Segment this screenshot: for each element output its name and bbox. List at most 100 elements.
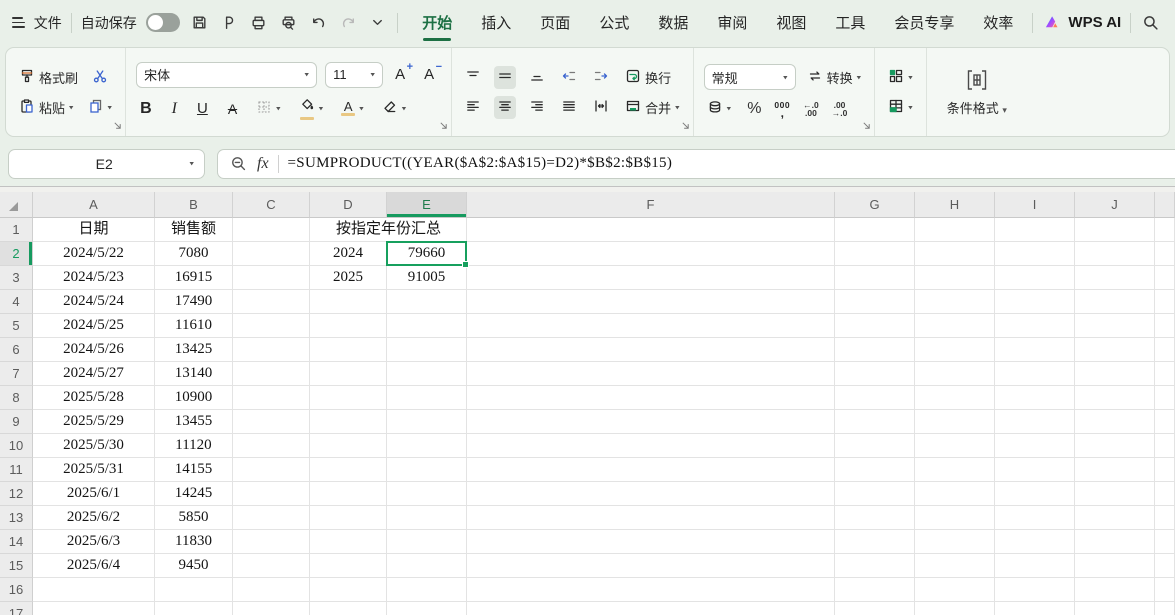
- cell-H9[interactable]: [915, 410, 995, 434]
- cell-F1[interactable]: [467, 218, 835, 242]
- cell-F9[interactable]: [467, 410, 835, 434]
- fill-color-button[interactable]: ▾: [296, 95, 327, 123]
- align-middle-button[interactable]: [494, 66, 516, 89]
- col-header-F[interactable]: F: [467, 192, 835, 218]
- align-top-button[interactable]: [462, 66, 484, 89]
- row-header-3[interactable]: 3: [0, 266, 33, 290]
- row-header-9[interactable]: 9: [0, 410, 33, 434]
- cell-C5[interactable]: [233, 314, 310, 338]
- tab-9[interactable]: 效率: [982, 8, 1014, 37]
- cell-H14[interactable]: [915, 530, 995, 554]
- col-header-B[interactable]: B: [155, 192, 233, 218]
- tab-6[interactable]: 视图: [775, 8, 807, 37]
- cell-B16[interactable]: [155, 578, 233, 602]
- cell-B7[interactable]: 13140: [155, 362, 233, 386]
- row-header-4[interactable]: 4: [0, 290, 33, 314]
- cell-A2[interactable]: 2024/5/22: [33, 242, 155, 266]
- cell-H11[interactable]: [915, 458, 995, 482]
- cell-E12[interactable]: [387, 482, 467, 506]
- cell-C11[interactable]: [233, 458, 310, 482]
- cell-C15[interactable]: [233, 554, 310, 578]
- cell-A12[interactable]: 2025/6/1: [33, 482, 155, 506]
- clear-format-button[interactable]: ▾: [379, 97, 410, 120]
- export-pdf-icon[interactable]: [219, 10, 240, 36]
- cell-H2[interactable]: [915, 242, 995, 266]
- wps-ai-button[interactable]: WPS AI: [1042, 10, 1121, 36]
- cell-H3[interactable]: [915, 266, 995, 290]
- cell-J17[interactable]: [1075, 602, 1155, 615]
- cell-D16[interactable]: [310, 578, 387, 602]
- cell-A11[interactable]: 2025/5/31: [33, 458, 155, 482]
- cell-G6[interactable]: [835, 338, 915, 362]
- cell-I8[interactable]: [995, 386, 1075, 410]
- align-right-button[interactable]: [526, 96, 548, 119]
- row-header-6[interactable]: 6: [0, 338, 33, 362]
- cell-F13[interactable]: [467, 506, 835, 530]
- cell-E5[interactable]: [387, 314, 467, 338]
- cell-E15[interactable]: [387, 554, 467, 578]
- cell-B2[interactable]: 7080: [155, 242, 233, 266]
- cut-button[interactable]: [89, 66, 111, 89]
- row-header-5[interactable]: 5: [0, 314, 33, 338]
- cell-H15[interactable]: [915, 554, 995, 578]
- cell-I16[interactable]: [995, 578, 1075, 602]
- print-preview-icon[interactable]: [278, 10, 299, 36]
- cell-F5[interactable]: [467, 314, 835, 338]
- cell-D14[interactable]: [310, 530, 387, 554]
- cell-I6[interactable]: [995, 338, 1075, 362]
- cell-C4[interactable]: [233, 290, 310, 314]
- cell-B1[interactable]: 销售额: [155, 218, 233, 242]
- col-header-G[interactable]: G: [835, 192, 915, 218]
- borders-button[interactable]: ▾: [253, 97, 284, 120]
- align-bottom-button[interactable]: [526, 66, 548, 89]
- cell-F16[interactable]: [467, 578, 835, 602]
- cell-G16[interactable]: [835, 578, 915, 602]
- row-header-15[interactable]: 15: [0, 554, 33, 578]
- cell-J16[interactable]: [1075, 578, 1155, 602]
- cell-C8[interactable]: [233, 386, 310, 410]
- cell-H16[interactable]: [915, 578, 995, 602]
- cell-F6[interactable]: [467, 338, 835, 362]
- cell-J8[interactable]: [1075, 386, 1155, 410]
- tab-7[interactable]: 工具: [834, 8, 866, 37]
- redo-icon[interactable]: [338, 10, 359, 36]
- cell-H13[interactable]: [915, 506, 995, 530]
- cell-C2[interactable]: [233, 242, 310, 266]
- cell-J14[interactable]: [1075, 530, 1155, 554]
- grow-font-button[interactable]: A+: [391, 65, 412, 84]
- worksheet-format-button[interactable]: ▾: [885, 96, 916, 119]
- cell-E17[interactable]: [387, 602, 467, 615]
- cell-H7[interactable]: [915, 362, 995, 386]
- dialog-launcher-icon[interactable]: [862, 117, 871, 135]
- print-icon[interactable]: [248, 10, 269, 36]
- name-box[interactable]: E2 ▾: [8, 149, 205, 179]
- italic-button[interactable]: I: [168, 99, 181, 119]
- cell-C12[interactable]: [233, 482, 310, 506]
- cell-A15[interactable]: 2025/6/4: [33, 554, 155, 578]
- more-chevron-icon[interactable]: [367, 10, 388, 36]
- cell-G7[interactable]: [835, 362, 915, 386]
- cell-B15[interactable]: 9450: [155, 554, 233, 578]
- cell-G4[interactable]: [835, 290, 915, 314]
- cell-D4[interactable]: [310, 290, 387, 314]
- underline-button[interactable]: U: [193, 99, 212, 118]
- cell-A13[interactable]: 2025/6/2: [33, 506, 155, 530]
- cell-C13[interactable]: [233, 506, 310, 530]
- cell-E2[interactable]: 79660: [387, 242, 467, 266]
- cell-F14[interactable]: [467, 530, 835, 554]
- menu-icon[interactable]: [12, 17, 25, 28]
- tab-3[interactable]: 公式: [598, 8, 630, 37]
- tab-4[interactable]: 数据: [657, 8, 689, 37]
- cell-I11[interactable]: [995, 458, 1075, 482]
- cell-D8[interactable]: [310, 386, 387, 410]
- cell-A6[interactable]: 2024/5/26: [33, 338, 155, 362]
- cell-D7[interactable]: [310, 362, 387, 386]
- cell-G13[interactable]: [835, 506, 915, 530]
- cell-B6[interactable]: 13425: [155, 338, 233, 362]
- cell-B3[interactable]: 16915: [155, 266, 233, 290]
- align-left-button[interactable]: [462, 96, 484, 119]
- dialog-launcher-icon[interactable]: [113, 117, 122, 135]
- paste-button[interactable]: 粘贴▾: [16, 96, 77, 119]
- row-header-17[interactable]: 17: [0, 602, 33, 615]
- currency-button[interactable]: ▾: [704, 97, 735, 120]
